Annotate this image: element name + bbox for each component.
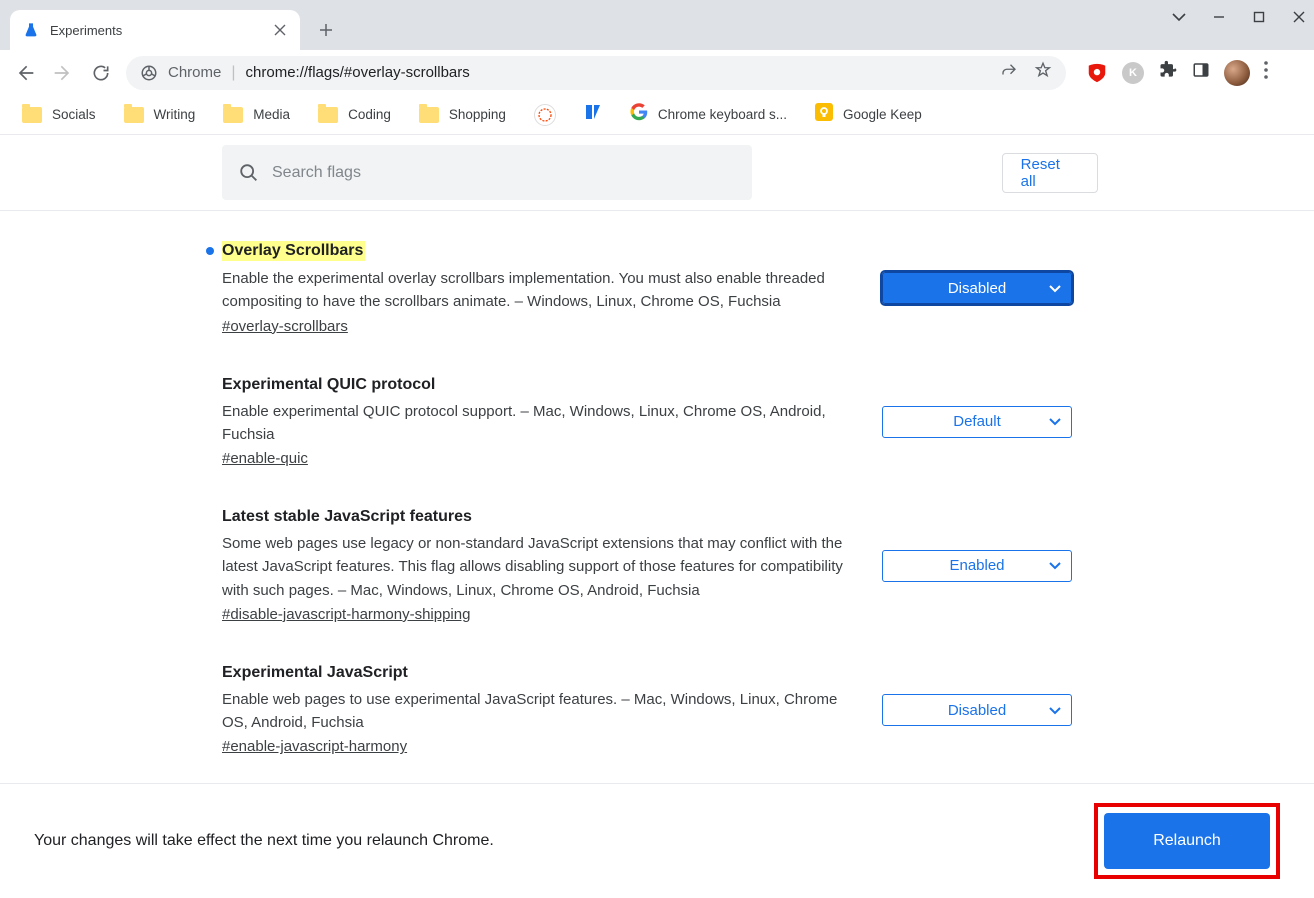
folder-icon: [223, 107, 243, 123]
flag-state-select[interactable]: Disabled: [882, 272, 1072, 304]
reset-all-label: Reset all: [1021, 156, 1079, 190]
search-icon: [238, 162, 260, 184]
address-bar[interactable]: Chrome | chrome://flags/#overlay-scrollb…: [126, 56, 1066, 90]
tab-title: Experiments: [50, 23, 262, 38]
profile-avatar[interactable]: [1224, 60, 1250, 86]
bookmark-label: Google Keep: [843, 107, 922, 122]
flag-row: Experimental QUIC protocol Enable experim…: [222, 376, 1098, 469]
bookmark-label: Shopping: [449, 107, 506, 122]
chrome-menu-button[interactable]: [1264, 61, 1268, 84]
relaunch-highlight: Relaunch: [1094, 803, 1280, 879]
bookmark-label: Socials: [52, 107, 96, 122]
bookmark-item[interactable]: Chrome keyboard s...: [630, 103, 787, 126]
bookmark-label: Media: [253, 107, 290, 122]
flag-select-value: Enabled: [949, 557, 1004, 574]
flag-anchor-link[interactable]: #enable-quic: [222, 450, 308, 467]
folder-icon: [318, 107, 338, 123]
address-scheme: Chrome: [168, 64, 221, 81]
window-controls: [1170, 8, 1308, 26]
browser-tab[interactable]: Experiments: [10, 10, 300, 50]
modified-dot-icon: [206, 247, 214, 255]
bookmark-label: Coding: [348, 107, 391, 122]
flag-anchor-link[interactable]: #overlay-scrollbars: [222, 318, 348, 335]
ublock-icon[interactable]: [1086, 62, 1108, 84]
browser-titlebar: Experiments: [0, 0, 1314, 50]
close-tab-button[interactable]: [272, 22, 288, 38]
bookmark-label: Chrome keyboard s...: [658, 107, 787, 122]
flag-select-value: Default: [953, 413, 1001, 430]
flag-title: Experimental JavaScript: [222, 664, 408, 682]
folder-icon: [419, 107, 439, 123]
site-info-icon[interactable]: [140, 64, 158, 82]
flask-icon: [22, 21, 40, 39]
bookmark-item[interactable]: Socials: [22, 107, 96, 123]
site-icon: [584, 103, 602, 126]
forward-button[interactable]: [50, 60, 76, 86]
flag-state-select[interactable]: Disabled: [882, 694, 1072, 726]
flag-title: Latest stable JavaScript features: [222, 508, 472, 526]
bookmark-item[interactable]: [534, 104, 556, 126]
side-panel-button[interactable]: [1192, 61, 1210, 84]
chevron-down-icon: [1049, 702, 1061, 719]
minimize-button[interactable]: [1210, 8, 1228, 26]
flag-row: Experimental JavaScript Enable web pages …: [222, 664, 1098, 757]
chevron-down-icon: [1049, 413, 1061, 430]
flag-anchor-link[interactable]: #enable-javascript-harmony: [222, 738, 407, 755]
chevron-down-icon: [1049, 557, 1061, 574]
flag-row: Overlay Scrollbars Enable the experimenta…: [222, 241, 1098, 336]
bookmark-label: Writing: [154, 107, 196, 122]
bookmark-item[interactable]: [584, 103, 602, 126]
bookmark-star-button[interactable]: [1034, 61, 1052, 84]
bookmarks-bar: Socials Writing Media Coding Shopping Chrome …: [0, 95, 1314, 135]
bookmark-item[interactable]: Writing: [124, 107, 196, 123]
bookmark-item[interactable]: Coding: [318, 107, 391, 123]
new-tab-button[interactable]: [312, 16, 340, 44]
bookmark-item[interactable]: Shopping: [419, 107, 506, 123]
flag-select-value: Disabled: [948, 280, 1006, 297]
flag-title: Experimental QUIC protocol: [222, 376, 435, 394]
search-placeholder: Search flags: [272, 164, 361, 182]
page-content: Search flags Reset all Overlay Scrollbar…: [0, 135, 1314, 898]
extensions-button[interactable]: [1158, 60, 1178, 85]
share-button[interactable]: [1000, 61, 1018, 84]
flag-select-value: Disabled: [948, 702, 1006, 719]
back-button[interactable]: [12, 60, 38, 86]
browser-toolbar: Chrome | chrome://flags/#overlay-scrollb…: [0, 50, 1314, 95]
relaunch-button-label: Relaunch: [1153, 832, 1221, 849]
folder-icon: [124, 107, 144, 123]
bookmark-item[interactable]: Google Keep: [815, 103, 922, 126]
flag-description: Enable web pages to use experimental Jav…: [222, 688, 858, 735]
chevron-down-icon: [1049, 280, 1061, 297]
reload-button[interactable]: [88, 60, 114, 86]
flag-title: Overlay Scrollbars: [222, 241, 365, 261]
extension-k-icon[interactable]: K: [1122, 62, 1144, 84]
flag-description: Enable experimental QUIC protocol suppor…: [222, 400, 858, 447]
relaunch-message: Your changes will take effect the next t…: [34, 832, 494, 850]
relaunch-button[interactable]: Relaunch: [1104, 813, 1270, 869]
keep-icon: [815, 103, 833, 126]
tab-search-button[interactable]: [1170, 8, 1188, 26]
reset-all-button[interactable]: Reset all: [1002, 153, 1098, 193]
reddit-icon: [534, 104, 556, 126]
flag-state-select[interactable]: Enabled: [882, 550, 1072, 582]
flag-row: Latest stable JavaScript features Some we…: [222, 508, 1098, 624]
flag-state-select[interactable]: Default: [882, 406, 1072, 438]
close-window-button[interactable]: [1290, 8, 1308, 26]
search-flags-input[interactable]: Search flags: [222, 145, 752, 200]
flag-description: Some web pages use legacy or non-standar…: [222, 532, 858, 602]
extensions-area: K: [1086, 60, 1268, 86]
flag-description: Enable the experimental overlay scrollba…: [222, 267, 858, 314]
address-url: chrome://flags/#overlay-scrollbars: [246, 64, 470, 81]
relaunch-banner: Your changes will take effect the next t…: [0, 783, 1314, 898]
address-separator: |: [231, 64, 235, 82]
bookmark-item[interactable]: Media: [223, 107, 290, 123]
google-icon: [630, 103, 648, 126]
maximize-button[interactable]: [1250, 8, 1268, 26]
folder-icon: [22, 107, 42, 123]
flag-anchor-link[interactable]: #disable-javascript-harmony-shipping: [222, 606, 470, 623]
